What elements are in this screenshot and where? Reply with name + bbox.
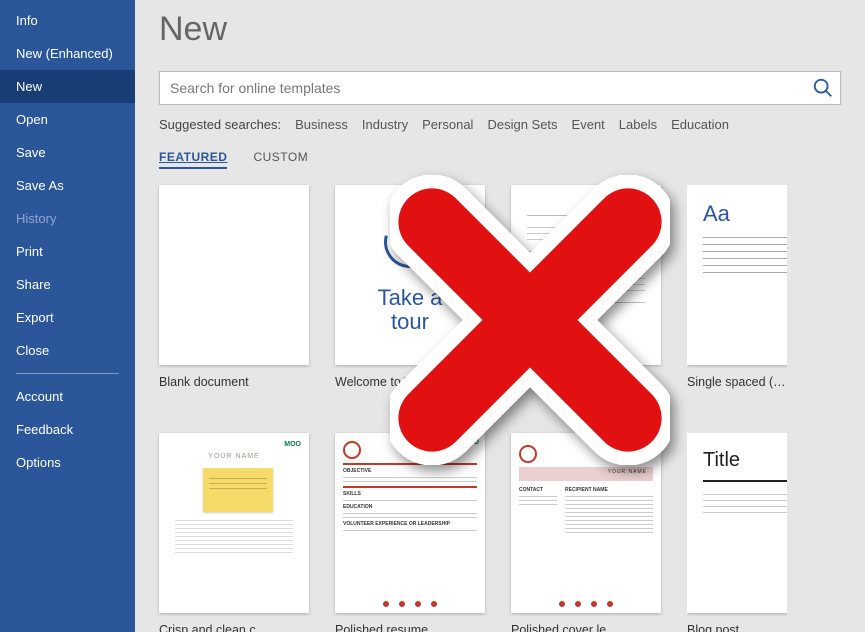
sidebar-item-save-as[interactable]: Save As: [0, 169, 135, 202]
sidebar-item-new[interactable]: New: [0, 70, 135, 103]
template-thumbnail: MOO YOUR NAME: [159, 433, 309, 613]
sidebar-item-export[interactable]: Export: [0, 301, 135, 334]
template-blank-document[interactable]: Blank document: [159, 185, 309, 389]
suggested-link-event[interactable]: Event: [572, 117, 605, 132]
thumb-name: YOUR NAME: [167, 453, 301, 460]
suggested-searches: Suggested searches: Business Industry Pe…: [159, 117, 841, 132]
template-caption: Single spaced (b...: [687, 375, 787, 389]
suggested-link-industry[interactable]: Industry: [362, 117, 408, 132]
sidebar-item-account[interactable]: Account: [0, 380, 135, 413]
template-caption: Crisp and clean c...: [159, 623, 309, 632]
template-caption: Business Add-in L...: [511, 375, 661, 389]
tab-featured[interactable]: FEATURED: [159, 150, 227, 169]
tour-text: Take a tour: [378, 286, 443, 334]
template-grid: Blank document Take a tour Welcome to Wo…: [159, 185, 841, 632]
template-thumbnail: Title: [687, 433, 787, 613]
search-icon[interactable]: [812, 77, 834, 99]
template-caption: Polished resume,...: [335, 623, 485, 632]
template-caption: Welcome to Word: [335, 375, 485, 389]
moo-logo: MOO: [284, 441, 301, 448]
backstage-sidebar: Info New (Enhanced) New Open Save Save A…: [0, 0, 135, 632]
template-thumbnail: MOO YOUR NAME CONTACT RECIPIENT NAME: [511, 433, 661, 613]
main-panel: New Suggested searches: Business Industr…: [135, 0, 865, 632]
tab-custom[interactable]: CUSTOM: [253, 150, 308, 169]
template-thumbnail: Take a tour: [335, 185, 485, 365]
sidebar-item-share[interactable]: Share: [0, 268, 135, 301]
template-welcome-to-word[interactable]: Take a tour Welcome to Word: [335, 185, 485, 389]
aa-preview: Aa: [703, 201, 787, 227]
sidebar-item-feedback[interactable]: Feedback: [0, 413, 135, 446]
template-search-input[interactable]: [170, 80, 812, 96]
template-caption: Polished cover le...: [511, 623, 661, 632]
sidebar-item-new-enhanced[interactable]: New (Enhanced): [0, 37, 135, 70]
suggested-link-business[interactable]: Business: [295, 117, 348, 132]
template-tabs: FEATURED CUSTOM: [159, 150, 841, 169]
template-caption: Blog post: [687, 623, 787, 632]
suggested-link-design-sets[interactable]: Design Sets: [487, 117, 557, 132]
sidebar-item-print[interactable]: Print: [0, 235, 135, 268]
template-polished-resume[interactable]: MOO OBJECTIVE SKILLS EDUCATION VOLUNTEER…: [335, 433, 485, 632]
template-thumbnail: [159, 185, 309, 365]
suggested-link-labels[interactable]: Labels: [619, 117, 657, 132]
moo-logo: MOO: [638, 439, 655, 446]
template-thumbnail: [511, 185, 661, 365]
suggested-link-education[interactable]: Education: [671, 117, 729, 132]
thumb-title: Title: [703, 449, 787, 472]
template-search-box[interactable]: [159, 71, 841, 105]
sidebar-item-close[interactable]: Close: [0, 334, 135, 367]
page-title: New: [159, 10, 841, 49]
sidebar-item-info[interactable]: Info: [0, 4, 135, 37]
template-polished-cover-letter[interactable]: MOO YOUR NAME CONTACT RECIPIENT NAME: [511, 433, 661, 632]
app-root: Info New (Enhanced) New Open Save Save A…: [0, 0, 865, 632]
suggested-link-personal[interactable]: Personal: [422, 117, 473, 132]
template-single-spaced[interactable]: Aa Single spaced (b...: [687, 185, 787, 389]
sidebar-item-history: History: [0, 202, 135, 235]
template-blog-post[interactable]: Title Blog post: [687, 433, 787, 632]
sidebar-item-save[interactable]: Save: [0, 136, 135, 169]
template-caption: Blank document: [159, 375, 309, 389]
suggested-label: Suggested searches:: [159, 117, 281, 132]
template-business-addin[interactable]: Business Add-in L...: [511, 185, 661, 389]
sidebar-item-options[interactable]: Options: [0, 446, 135, 479]
template-crisp-clean[interactable]: MOO YOUR NAME Crisp and clean c...: [159, 433, 309, 632]
circle-icon: [519, 445, 537, 463]
circle-icon: [343, 441, 361, 459]
sidebar-divider: [16, 373, 119, 374]
moo-logo: MOO: [462, 439, 479, 446]
tour-arrow-icon: [374, 206, 445, 277]
template-thumbnail: MOO OBJECTIVE SKILLS EDUCATION VOLUNTEER…: [335, 433, 485, 613]
sidebar-item-open[interactable]: Open: [0, 103, 135, 136]
template-thumbnail: Aa: [687, 185, 787, 365]
